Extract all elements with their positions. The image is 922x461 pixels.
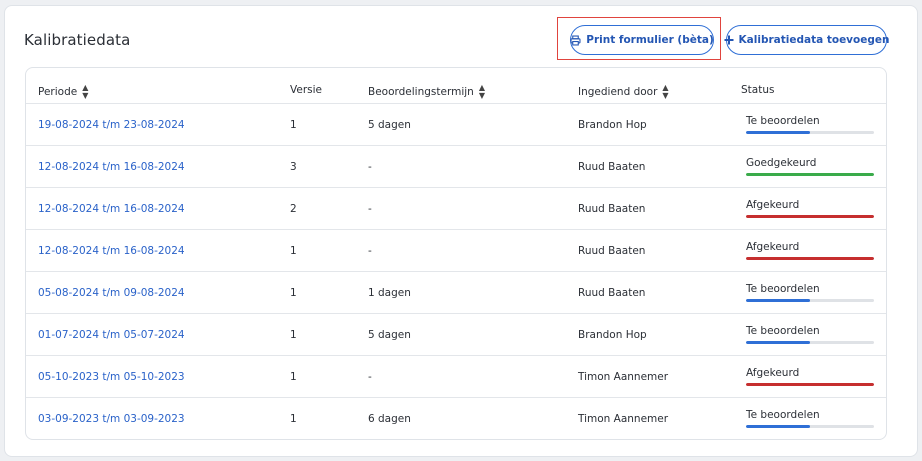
ingediend-cell: Brandon Hop xyxy=(578,119,647,131)
status-progress-bar xyxy=(746,341,874,344)
termijn-cell: 1 dagen xyxy=(368,287,411,299)
table-row[interactable]: 03-09-2023 t/m 03-09-2023 1 6 dagen Timon A… xyxy=(26,398,886,439)
status-progress-bar xyxy=(746,257,874,260)
ingediend-cell: Ruud Baaten xyxy=(578,287,646,299)
periode-link[interactable]: 12-08-2024 t/m 16-08-2024 xyxy=(38,203,185,215)
card-title: Kalibratiedata xyxy=(24,31,131,49)
table-row[interactable]: 12-08-2024 t/m 16-08-2024 1 - Ruud Baaten Af… xyxy=(26,230,886,272)
versie-cell: 1 xyxy=(290,245,297,257)
status-progress-bar xyxy=(746,299,874,302)
ingediend-cell: Brandon Hop xyxy=(578,329,647,341)
status-progress-bar xyxy=(746,383,874,386)
table-row[interactable]: 05-08-2024 t/m 09-08-2024 1 1 dagen Ruud Ba… xyxy=(26,272,886,314)
ingediend-cell: Ruud Baaten xyxy=(578,245,646,257)
termijn-cell: - xyxy=(368,203,372,215)
sort-icon: ▲ ▼ xyxy=(478,83,485,100)
ingediend-cell: Timon Aannemer xyxy=(578,371,669,383)
table-header: Periode ▲ ▼ Versie Beoordelingstermijn ▲ ▼… xyxy=(26,68,886,104)
sort-icon: ▲ ▼ xyxy=(662,83,669,100)
status-badge: Te beoordelen xyxy=(746,325,874,344)
header-versie: Versie xyxy=(290,84,322,96)
termijn-cell: - xyxy=(368,371,372,383)
status-progress-bar xyxy=(746,131,874,134)
versie-cell: 1 xyxy=(290,371,297,383)
header-ingediend-label: Ingediend door xyxy=(578,86,658,98)
header-versie-label: Versie xyxy=(290,84,322,96)
status-badge: Te beoordelen xyxy=(746,409,874,428)
table-row[interactable]: 19-08-2024 t/m 23-08-2024 1 5 dagen Brandon… xyxy=(26,104,886,146)
plus-icon xyxy=(724,35,734,45)
periode-link[interactable]: 01-07-2024 t/m 05-07-2024 xyxy=(38,329,185,341)
status-progress-fill xyxy=(746,173,874,176)
status-progress-fill xyxy=(746,425,810,428)
termijn-cell: 5 dagen xyxy=(368,119,411,131)
periode-link[interactable]: 05-10-2023 t/m 05-10-2023 xyxy=(38,371,185,383)
header-status-label: Status xyxy=(741,84,775,96)
status-badge: Afgekeurd xyxy=(746,367,874,386)
ingediend-cell: Ruud Baaten xyxy=(578,161,646,173)
status-progress-fill xyxy=(746,131,810,134)
add-calibration-button[interactable]: Kalibratiedata toevoegen xyxy=(724,25,890,55)
header-termijn[interactable]: Beoordelingstermijn ▲ ▼ xyxy=(368,84,485,100)
periode-link[interactable]: 03-09-2023 t/m 03-09-2023 xyxy=(38,413,185,425)
status-badge: Te beoordelen xyxy=(746,115,874,134)
print-form-button[interactable]: Print formulier (bèta) xyxy=(570,25,714,55)
header-ingediend[interactable]: Ingediend door ▲ ▼ xyxy=(578,84,669,100)
ingediend-cell: Timon Aannemer xyxy=(578,413,669,425)
printer-icon xyxy=(570,34,581,46)
status-progress-bar xyxy=(746,425,874,428)
versie-cell: 1 xyxy=(290,287,297,299)
ingediend-cell: Ruud Baaten xyxy=(578,203,646,215)
status-label: Afgekeurd xyxy=(746,199,800,211)
header-periode-label: Periode xyxy=(38,86,78,98)
periode-link[interactable]: 12-08-2024 t/m 16-08-2024 xyxy=(38,161,185,173)
status-label: Goedgekeurd xyxy=(746,157,817,169)
table-row[interactable]: 12-08-2024 t/m 16-08-2024 3 - Ruud Baaten Go… xyxy=(26,146,886,188)
status-label: Afgekeurd xyxy=(746,241,800,253)
periode-link[interactable]: 12-08-2024 t/m 16-08-2024 xyxy=(38,245,185,257)
status-badge: Afgekeurd xyxy=(746,199,874,218)
table-row[interactable]: 12-08-2024 t/m 16-08-2024 2 - Ruud Baaten Af… xyxy=(26,188,886,230)
status-label: Te beoordelen xyxy=(746,409,820,421)
header-status: Status xyxy=(741,84,774,96)
table-row[interactable]: 05-10-2023 t/m 05-10-2023 1 - Timon Aanneme… xyxy=(26,356,886,398)
status-label: Te beoordelen xyxy=(746,325,820,337)
periode-link[interactable]: 19-08-2024 t/m 23-08-2024 xyxy=(38,119,185,131)
header-periode[interactable]: Periode ▲ ▼ xyxy=(38,84,88,100)
periode-link[interactable]: 05-08-2024 t/m 09-08-2024 xyxy=(38,287,185,299)
sort-icon: ▲ ▼ xyxy=(82,83,89,100)
status-progress-fill xyxy=(746,383,874,386)
status-label: Te beoordelen xyxy=(746,115,820,127)
status-progress-bar xyxy=(746,215,874,218)
status-progress-bar xyxy=(746,173,874,176)
termijn-cell: - xyxy=(368,245,372,257)
versie-cell: 1 xyxy=(290,329,297,341)
versie-cell: 1 xyxy=(290,119,297,131)
termijn-cell: 5 dagen xyxy=(368,329,411,341)
add-calibration-label: Kalibratiedata toevoegen xyxy=(738,34,890,46)
termijn-cell: - xyxy=(368,161,372,173)
versie-cell: 2 xyxy=(290,203,297,215)
table-row[interactable]: 01-07-2024 t/m 05-07-2024 1 5 dagen Brandon… xyxy=(26,314,886,356)
status-label: Te beoordelen xyxy=(746,283,820,295)
header-termijn-label: Beoordelingstermijn xyxy=(368,86,474,98)
calibration-table: Periode ▲ ▼ Versie Beoordelingstermijn ▲ ▼… xyxy=(25,67,887,440)
status-badge: Goedgekeurd xyxy=(746,157,874,176)
status-badge: Afgekeurd xyxy=(746,241,874,260)
calibration-card: Kalibratiedata Print formulier (bèta) Ka… xyxy=(4,5,918,457)
status-progress-fill xyxy=(746,341,810,344)
status-label: Afgekeurd xyxy=(746,367,800,379)
versie-cell: 1 xyxy=(290,413,297,425)
status-progress-fill xyxy=(746,257,874,260)
status-progress-fill xyxy=(746,299,810,302)
status-progress-fill xyxy=(746,215,874,218)
status-badge: Te beoordelen xyxy=(746,283,874,302)
termijn-cell: 6 dagen xyxy=(368,413,411,425)
versie-cell: 3 xyxy=(290,161,297,173)
print-form-label: Print formulier (bèta) xyxy=(586,34,714,46)
